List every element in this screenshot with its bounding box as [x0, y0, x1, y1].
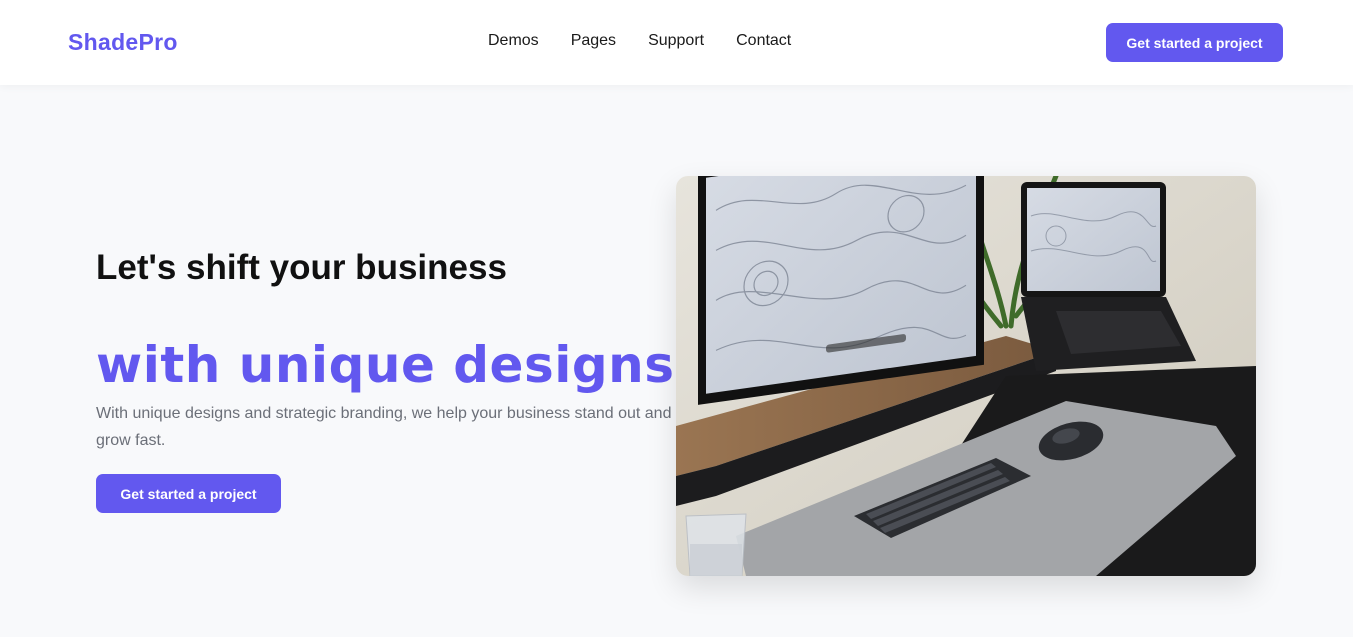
hero-headline: Let's shift your business	[96, 248, 507, 287]
hero-get-started-button[interactable]: Get started a project	[96, 474, 281, 513]
main-nav: Demos Pages Support Contact	[488, 32, 791, 50]
top-navbar: ShadePro Demos Pages Support Contact Get…	[0, 0, 1353, 85]
nav-link-demos[interactable]: Demos	[488, 32, 539, 50]
hero-description: With unique designs and strategic brandi…	[96, 405, 672, 449]
nav-link-support[interactable]: Support	[648, 32, 704, 50]
nav-link-contact[interactable]: Contact	[736, 32, 791, 50]
nav-link-pages[interactable]: Pages	[571, 32, 616, 50]
brand-logo[interactable]: ShadePro	[68, 29, 178, 56]
hero-headline-accent: with unique designs.	[96, 336, 695, 394]
header-get-started-button[interactable]: Get started a project	[1106, 23, 1283, 62]
hero-desk-image	[676, 176, 1256, 576]
